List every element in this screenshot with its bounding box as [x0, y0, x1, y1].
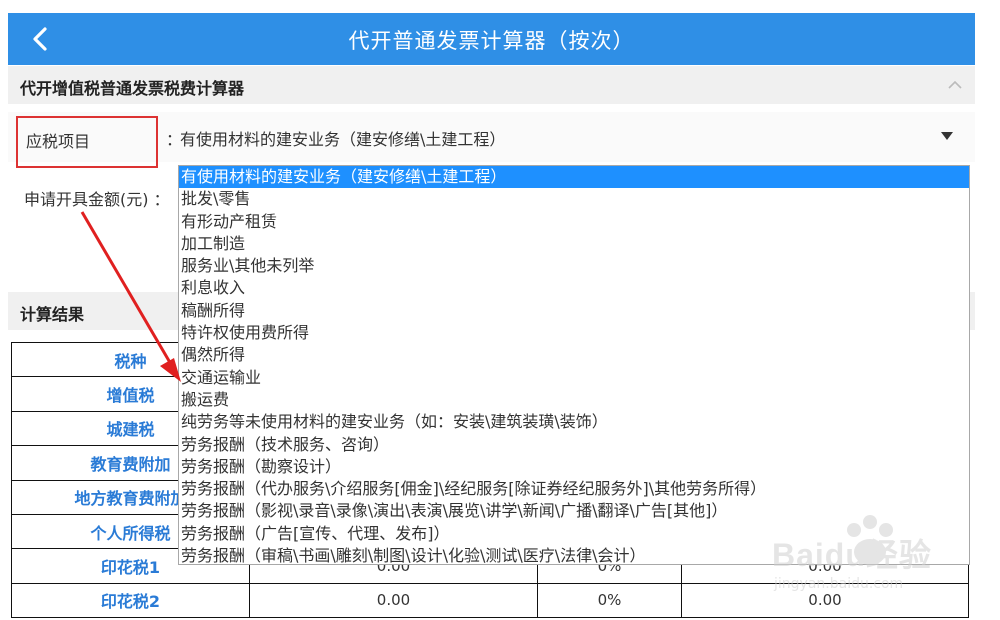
dropdown-option[interactable]: 偶然所得	[179, 344, 969, 366]
tax-name-cell: 印花税2	[11, 582, 250, 619]
dropdown-option[interactable]: 批发\零售	[179, 188, 969, 210]
dropdown-option[interactable]: 搬运费	[179, 389, 969, 411]
rate-cell: 0%	[537, 582, 682, 619]
dropdown-option[interactable]: 交通运输业	[179, 367, 969, 389]
dropdown-option[interactable]: 有使用材料的建安业务（建安修缮\土建工程）	[179, 166, 969, 189]
page-title: 代开普通发票计算器（按次）	[348, 29, 635, 53]
dropdown-option[interactable]: 劳务报酬（代办服务\介绍服务[佣金]\经纪服务[除证券经纪服务外]\其他劳务所得…	[179, 478, 969, 500]
tax-item-label: 应税项目	[16, 116, 158, 168]
dropdown-option[interactable]: 服务业\其他未列举	[179, 255, 969, 277]
chevron-up-icon[interactable]	[947, 78, 963, 90]
tax-item-dropdown[interactable]: 有使用材料的建安业务（建安修缮\土建工程） 批发\零售 有形动产租赁 加工制造 服务业\…	[178, 165, 970, 565]
amount-cell: 0.00	[249, 582, 538, 619]
caret-down-icon[interactable]	[941, 132, 953, 140]
dropdown-option[interactable]: 劳务报酬（技术服务、咨询）	[179, 434, 969, 456]
app-header: 代开普通发票计算器（按次）	[8, 13, 975, 65]
tax-item-select-value[interactable]: 有使用材料的建安业务（建安修缮\土建工程）	[180, 126, 505, 150]
dropdown-option[interactable]: 利息收入	[179, 277, 969, 299]
results-title: 计算结果	[20, 305, 85, 324]
section-title: 代开增值税普通发票税费计算器	[20, 79, 245, 98]
tax-item-row[interactable]: 应税项目 ： 有使用材料的建安业务（建安修缮\土建工程）	[8, 112, 975, 168]
dropdown-option[interactable]: 稿酬所得	[179, 300, 969, 322]
dropdown-option[interactable]: 劳务报酬（勘察设计）	[179, 456, 969, 478]
baidu-watermark: Baidu经验 jingyan.baidu.com	[764, 515, 964, 600]
amount-label: 申请开具金额(元) ：	[24, 190, 170, 209]
dropdown-option[interactable]: 特许权使用费所得	[179, 322, 969, 344]
dropdown-option[interactable]: 加工制造	[179, 233, 969, 255]
watermark-url: jingyan.baidu.com	[774, 576, 904, 592]
dropdown-option[interactable]: 有形动产租赁	[179, 211, 969, 233]
dropdown-option[interactable]: 纯劳务等未使用材料的建安业务（如：安装\建筑装璜\装饰）	[179, 411, 969, 433]
watermark-text: Baidu经验	[772, 537, 932, 573]
calculator-section-header[interactable]: 代开增值税普通发票税费计算器	[8, 66, 975, 104]
